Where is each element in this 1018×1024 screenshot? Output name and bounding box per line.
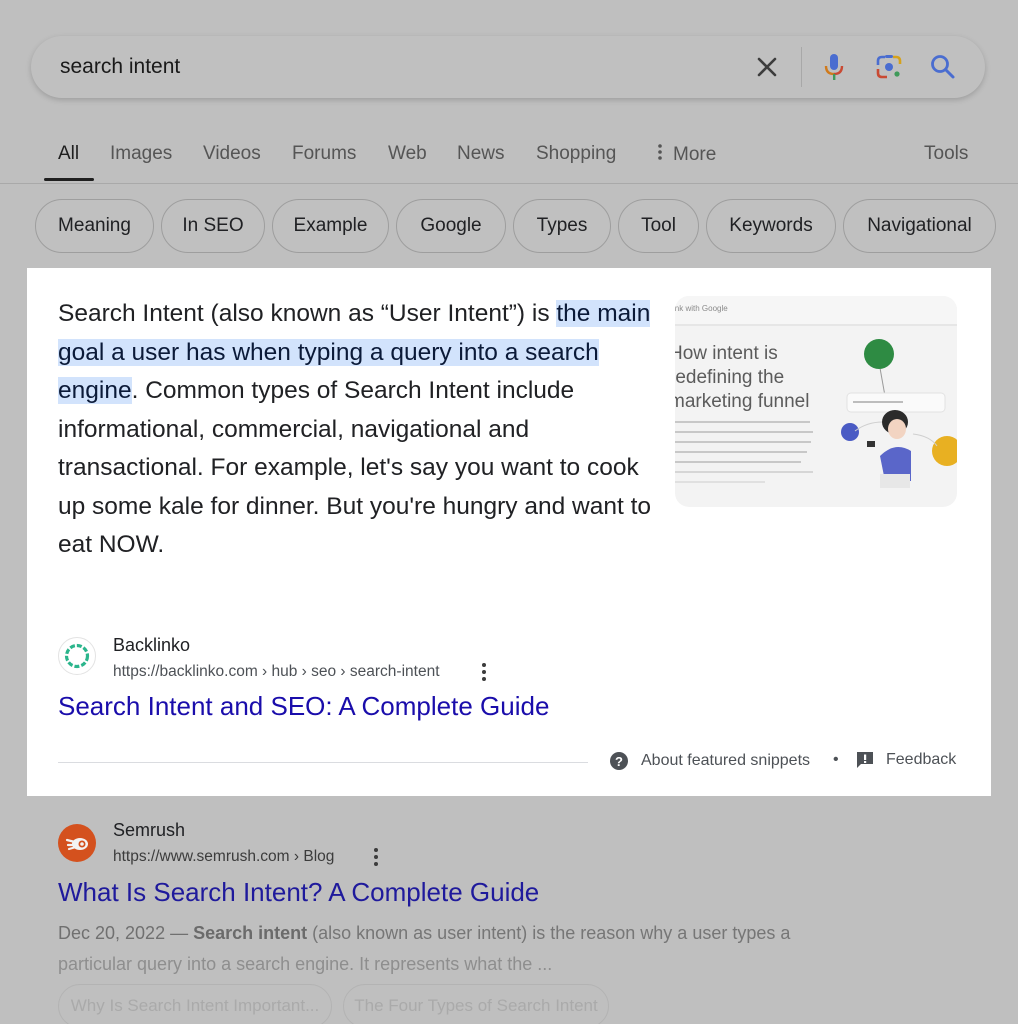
refinement-chips: Meaning In SEO Example Google Types Tool… (0, 199, 1018, 255)
sitelink[interactable]: Why Is Search Intent Important... (58, 984, 332, 1024)
chip-keywords[interactable]: Keywords (706, 199, 836, 253)
chip-meaning[interactable]: Meaning (35, 199, 154, 253)
chip-types[interactable]: Types (513, 199, 611, 253)
result-desc-line1: (also known as user intent) is the reaso… (307, 923, 791, 943)
footer-separator: • (833, 751, 839, 768)
chip-example[interactable]: Example (272, 199, 389, 253)
search-icon[interactable] (927, 51, 959, 83)
more-options-icon[interactable] (371, 846, 381, 868)
source-title-link[interactable]: Search Intent and SEO: A Complete Guide (58, 691, 549, 722)
tools-button[interactable]: Tools (924, 143, 968, 165)
source-url[interactable]: https://backlinko.com › hub › seo › sear… (113, 663, 440, 681)
featured-snippet: Search Intent (also known as “User Inten… (27, 268, 991, 796)
tabs-divider (0, 183, 1018, 184)
result-source-name: Semrush (113, 820, 186, 840)
tab-all[interactable]: All (58, 143, 79, 165)
clear-icon[interactable] (751, 51, 783, 83)
result-title-link[interactable]: What Is Search Intent? A Complete Guide (58, 877, 539, 908)
result-description: Dec 20, 2022 — Search intent (also known… (58, 918, 858, 980)
tab-web[interactable]: Web (388, 143, 427, 165)
help-icon: ? (609, 751, 629, 771)
semrush-favicon[interactable] (58, 824, 96, 862)
snippet-text: Search Intent (also known as “User Inten… (58, 295, 658, 565)
active-tab-indicator (44, 178, 94, 181)
feedback-icon (856, 751, 874, 769)
sitelink[interactable]: The Four Types of Search Intent (343, 984, 609, 1024)
chip-google[interactable]: Google (396, 199, 506, 253)
thumbnail-illustration (841, 339, 957, 488)
microphone-icon[interactable] (818, 51, 850, 83)
chip-navigational[interactable]: Navigational (843, 199, 996, 253)
more-vert-icon (657, 143, 663, 167)
svg-text:?: ? (615, 754, 623, 769)
feedback-link[interactable]: Feedback (856, 751, 956, 769)
search-bar (31, 36, 985, 98)
more-options-icon[interactable] (479, 661, 489, 683)
tab-news[interactable]: News (457, 143, 505, 165)
snippet-footer-divider (58, 762, 588, 763)
result-url[interactable]: https://www.semrush.com › Blog (113, 848, 334, 866)
chip-tool[interactable]: Tool (618, 199, 699, 253)
tab-more[interactable]: More (657, 143, 716, 167)
about-featured-snippets-link[interactable]: ? About featured snippets (609, 751, 810, 771)
result-desc-line2: particular query into a search engine. I… (58, 954, 553, 974)
result-keyword: Search intent (193, 923, 308, 943)
result-date: Dec 20, 2022 — (58, 923, 194, 943)
snippet-text-after: . Common types of Search Intent include … (58, 377, 652, 558)
snippet-text-before: Search Intent (also known as “User Inten… (58, 300, 557, 327)
chip-in-seo[interactable]: In SEO (161, 199, 265, 253)
source-name: Backlinko (113, 635, 191, 655)
feedback-label: Feedback (886, 751, 957, 768)
tab-forums[interactable]: Forums (292, 143, 356, 165)
tab-shopping[interactable]: Shopping (536, 143, 616, 165)
search-bar-divider (801, 47, 802, 87)
search-tabs: All Images Videos Forums Web News Shoppi… (0, 135, 1018, 185)
about-featured-snippets-label: About featured snippets (641, 752, 811, 769)
tab-images[interactable]: Images (110, 143, 172, 165)
snippet-thumbnail[interactable]: ink with Google How intent is redefining… (675, 296, 957, 507)
backlinko-favicon[interactable] (58, 637, 96, 675)
search-input[interactable] (60, 55, 660, 79)
tab-more-label: More (673, 144, 717, 166)
google-lens-icon[interactable] (873, 51, 905, 83)
tab-videos[interactable]: Videos (203, 143, 261, 165)
